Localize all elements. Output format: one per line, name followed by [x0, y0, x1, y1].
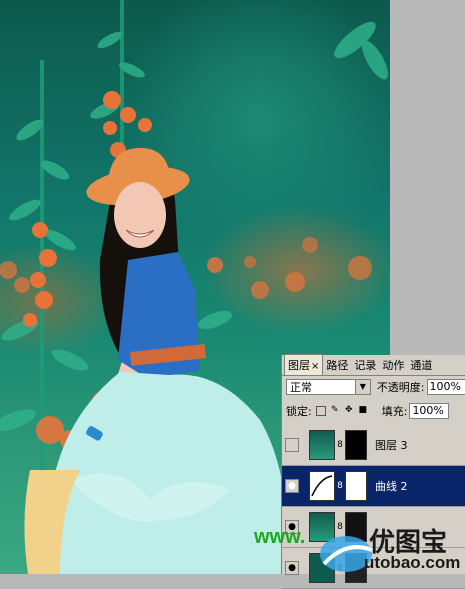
- layer-name: 曲线 2: [375, 480, 408, 493]
- opacity-field[interactable]: 100%: [426, 379, 465, 395]
- watermark: www. 优图宝 utobao.com: [254, 520, 465, 574]
- move-icon[interactable]: ✥: [344, 406, 354, 416]
- layer-mask-thumbnail: [345, 471, 367, 501]
- layer-thumbnail: [309, 430, 335, 460]
- watermark-www: www.: [254, 526, 306, 548]
- fill-label: 填充:: [381, 405, 408, 418]
- blend-mode-select[interactable]: 正常 ▼: [286, 379, 371, 395]
- tab-channels[interactable]: 通道: [407, 355, 435, 375]
- lock-label: 锁定:: [286, 405, 312, 418]
- chain-icon: 8: [337, 440, 343, 450]
- lock-icon[interactable]: ■: [358, 406, 368, 416]
- tab-actions[interactable]: 动作: [379, 355, 407, 375]
- curves-adjustment-icon: [309, 471, 335, 501]
- face: [114, 182, 166, 248]
- close-icon[interactable]: ×: [311, 361, 319, 372]
- chevron-down-icon: ▼: [354, 380, 370, 394]
- layer-mask-thumbnail: [345, 430, 367, 460]
- tab-layers[interactable]: 图层×: [284, 354, 324, 375]
- eye-icon[interactable]: ●: [285, 479, 299, 493]
- layer-row-layer3[interactable]: 8 图层 3: [282, 425, 465, 466]
- opacity-label: 不透明度:: [376, 381, 425, 394]
- panel-tabs: 图层× 路径 记录 动作 通道: [282, 354, 465, 376]
- tab-paths[interactable]: 路径: [323, 355, 351, 375]
- fill-field[interactable]: 100%: [409, 403, 450, 419]
- visibility-toggle[interactable]: [285, 438, 299, 452]
- layer-name: 图层 3: [375, 439, 408, 452]
- lock-row: 锁定: ✎ ✥ ■ 填充: 100%: [286, 401, 465, 421]
- brush-icon[interactable]: ✎: [330, 406, 340, 416]
- blend-row: 正常 ▼ 不透明度: 100%: [286, 377, 465, 397]
- lock-transparent-icon[interactable]: [315, 406, 326, 416]
- watermark-domain: utobao.com: [364, 553, 461, 572]
- tab-history[interactable]: 记录: [351, 355, 379, 375]
- chain-icon: 8: [337, 481, 343, 491]
- layer-row-curves2[interactable]: ● 8 曲线 2: [282, 466, 465, 507]
